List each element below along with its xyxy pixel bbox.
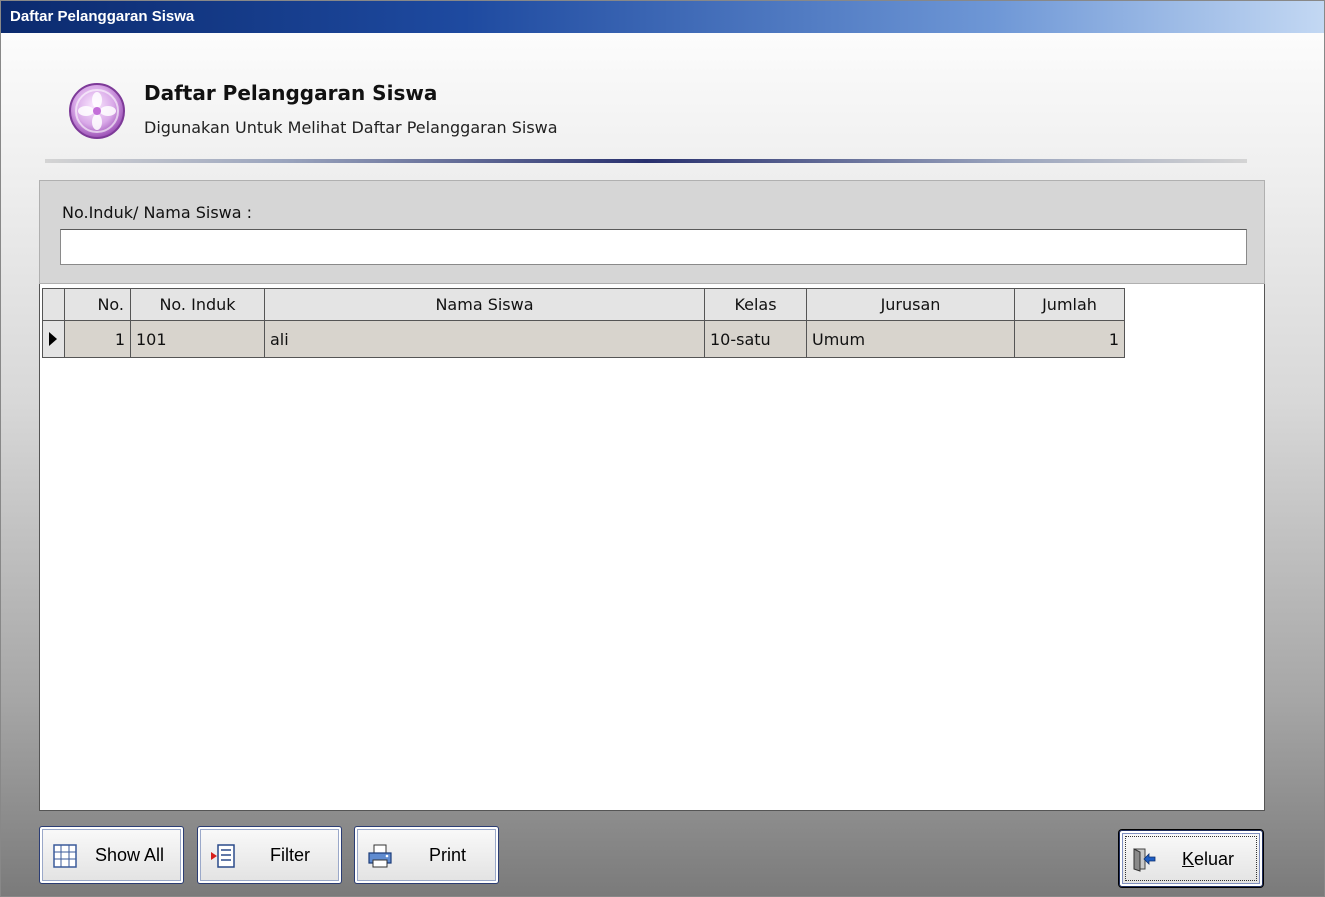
row-indicator-icon bbox=[49, 332, 57, 346]
keluar-label: Keluar bbox=[1182, 849, 1234, 870]
table-row[interactable]: 1 101 ali 10-satu Umum 1 bbox=[42, 320, 1125, 358]
page-title: Daftar Pelanggaran Siswa bbox=[144, 81, 438, 105]
filter-button[interactable]: Filter bbox=[197, 826, 342, 884]
keluar-button[interactable]: Keluar bbox=[1119, 830, 1263, 887]
show-all-button[interactable]: Show All bbox=[39, 826, 184, 884]
keluar-access-key: K bbox=[1182, 849, 1195, 869]
cell-nama-siswa[interactable]: ali bbox=[264, 320, 705, 358]
cell-jumlah[interactable]: 1 bbox=[1014, 320, 1125, 358]
filter-list-icon bbox=[211, 844, 235, 868]
window-titlebar[interactable]: Daftar Pelanggaran Siswa bbox=[1, 1, 1324, 33]
data-grid[interactable]: No. No. Induk Nama Siswa Kelas Jurusan J… bbox=[39, 284, 1265, 811]
printer-icon bbox=[368, 844, 392, 868]
exit-door-icon bbox=[1133, 848, 1156, 872]
table-grid-icon bbox=[53, 844, 77, 868]
search-input[interactable] bbox=[60, 229, 1247, 265]
header-divider bbox=[45, 159, 1247, 163]
print-button[interactable]: Print bbox=[354, 826, 499, 884]
column-header-kelas[interactable]: Kelas bbox=[704, 288, 807, 321]
cell-no[interactable]: 1 bbox=[64, 320, 131, 358]
violation-table: No. No. Induk Nama Siswa Kelas Jurusan J… bbox=[42, 288, 1125, 358]
cell-kelas[interactable]: 10-satu bbox=[704, 320, 807, 358]
column-header-nama-siswa[interactable]: Nama Siswa bbox=[264, 288, 705, 321]
filter-label: Filter bbox=[270, 845, 310, 865]
column-header-no-induk[interactable]: No. Induk bbox=[130, 288, 265, 321]
flower-app-icon bbox=[69, 83, 125, 139]
row-selector-header[interactable] bbox=[42, 288, 65, 321]
column-header-jumlah[interactable]: Jumlah bbox=[1014, 288, 1125, 321]
search-panel: No.Induk/ Nama Siswa : bbox=[39, 180, 1265, 284]
column-header-no[interactable]: No. bbox=[64, 288, 131, 321]
cell-jurusan[interactable]: Umum bbox=[806, 320, 1015, 358]
print-label: Print bbox=[429, 845, 467, 865]
page-subtitle: Digunakan Untuk Melihat Daftar Pelanggar… bbox=[144, 118, 558, 137]
app-window: Daftar Pelanggaran Siswa Daftar Pelangga… bbox=[0, 0, 1325, 897]
cell-no-induk[interactable]: 101 bbox=[130, 320, 265, 358]
show-all-label: Show All bbox=[95, 845, 165, 865]
row-selector[interactable] bbox=[42, 320, 65, 358]
table-header-row: No. No. Induk Nama Siswa Kelas Jurusan J… bbox=[42, 288, 1125, 321]
keluar-label-rest: eluar bbox=[1194, 849, 1235, 869]
search-label: No.Induk/ Nama Siswa : bbox=[62, 203, 253, 222]
column-header-jurusan[interactable]: Jurusan bbox=[806, 288, 1015, 321]
